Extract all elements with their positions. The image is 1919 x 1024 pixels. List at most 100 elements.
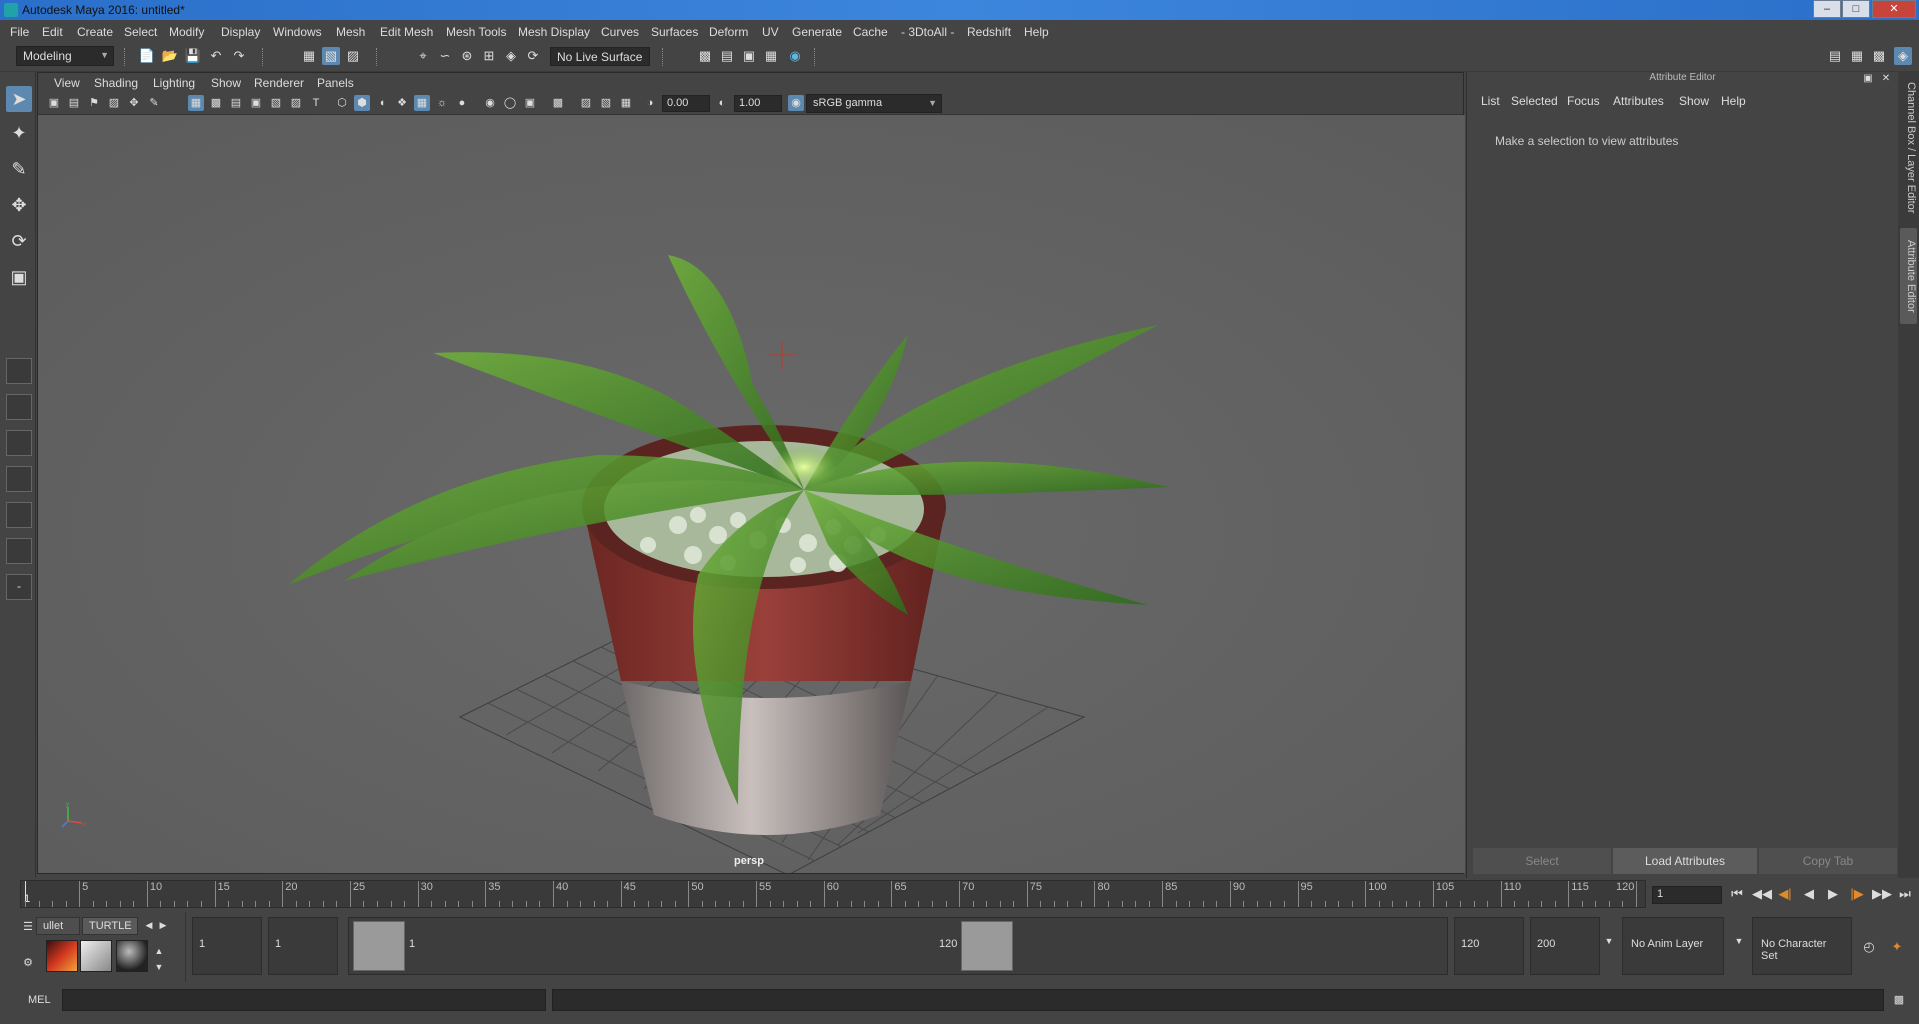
animation-prefs-icon[interactable]: ✦: [1888, 938, 1906, 956]
wireframe-icon[interactable]: ⬡: [334, 95, 350, 111]
menu-deform[interactable]: Deform: [709, 25, 748, 39]
make-live-icon[interactable]: ⟳: [524, 47, 542, 65]
menu-edit-mesh[interactable]: Edit Mesh: [380, 25, 433, 39]
tab-attribute-editor[interactable]: Attribute Editor: [1900, 228, 1917, 324]
viewport-panel[interactable]: View Shading Lighting Show Renderer Pane…: [37, 72, 1465, 874]
ae-select-button[interactable]: Select: [1473, 848, 1611, 874]
current-frame-field[interactable]: 1: [1652, 886, 1722, 904]
render-settings-icon[interactable]: ▩: [696, 47, 714, 65]
shelf-tab-bullet[interactable]: ullet: [36, 917, 80, 935]
turtle-shader-icon[interactable]: [116, 940, 148, 972]
range-end-handle[interactable]: [961, 921, 1013, 971]
menu-curves[interactable]: Curves: [601, 25, 639, 39]
ae-menu-attributes[interactable]: Attributes: [1613, 94, 1664, 108]
attribute-editor-toggle-icon[interactable]: ▦: [1848, 47, 1866, 65]
play-forwards-icon[interactable]: ▶: [1824, 884, 1842, 904]
menu-select[interactable]: Select: [124, 25, 157, 39]
menu-windows[interactable]: Windows: [273, 25, 322, 39]
go-to-start-icon[interactable]: ⏮: [1728, 884, 1746, 904]
step-back-key-icon[interactable]: ◀◀: [1752, 884, 1772, 904]
menu-generate[interactable]: Generate: [792, 25, 842, 39]
select-component-icon[interactable]: ▨: [344, 47, 362, 65]
isolate-select-icon[interactable]: ▩: [550, 95, 566, 111]
3d-scene-view[interactable]: [38, 115, 1465, 873]
hypershade-icon[interactable]: ◉: [786, 47, 804, 65]
four-pane-layout-icon[interactable]: [6, 394, 32, 420]
time-slider-track[interactable]: 1 5 10 15 20 25 30 35 40 45 50 55 60 65 70 75 80 85 90 95 1…: [20, 880, 1646, 908]
command-input[interactable]: [62, 989, 546, 1011]
playback-start-field[interactable]: 1: [268, 917, 338, 975]
new-scene-icon[interactable]: 📄: [138, 47, 156, 65]
vp-menu-panels[interactable]: Panels: [317, 76, 354, 90]
move-tool-icon[interactable]: ✥: [6, 192, 32, 218]
menu-mesh-display[interactable]: Mesh Display: [518, 25, 590, 39]
image-plane-icon[interactable]: ▨: [106, 95, 122, 111]
menu-help[interactable]: Help: [1024, 25, 1049, 39]
select-hierarchy-icon[interactable]: ▦: [300, 47, 318, 65]
playback-end-field[interactable]: 120: [1454, 917, 1524, 975]
modeling-toolkit-icon[interactable]: ▤: [1826, 47, 1844, 65]
view-transform-dropdown[interactable]: sRGB gamma ▼: [806, 94, 942, 113]
more-layouts-icon[interactable]: -: [6, 574, 32, 600]
turtle-render-icon[interactable]: [46, 940, 78, 972]
shelf-scroll-down-icon[interactable]: ▼: [150, 958, 168, 976]
float-panel-icon[interactable]: ▣: [1859, 70, 1877, 88]
two-pane-side-layout-icon[interactable]: [6, 430, 32, 456]
shelf-tab-turtle[interactable]: TURTLE: [82, 917, 138, 935]
maximize-button[interactable]: □: [1842, 0, 1870, 18]
anim-layer-dropdown[interactable]: No Anim Layer: [1622, 917, 1724, 975]
menu-uv[interactable]: UV: [762, 25, 779, 39]
tool-settings-icon[interactable]: ▩: [1870, 47, 1888, 65]
minimize-button[interactable]: –: [1813, 0, 1841, 18]
grease-pencil-icon[interactable]: ✎: [146, 95, 162, 111]
vp-menu-show[interactable]: Show: [211, 76, 241, 90]
ae-menu-show[interactable]: Show: [1679, 94, 1709, 108]
range-start-handle[interactable]: [353, 921, 405, 971]
safe-title-icon[interactable]: T: [308, 95, 324, 111]
animation-end-field[interactable]: 200: [1530, 917, 1600, 975]
ae-menu-selected[interactable]: Selected: [1511, 94, 1558, 108]
vp-menu-renderer[interactable]: Renderer: [254, 76, 304, 90]
gate-mask-icon[interactable]: ▣: [248, 95, 264, 111]
smooth-shade-icon[interactable]: ⬢: [354, 95, 370, 111]
close-panel-icon[interactable]: ✕: [1877, 70, 1895, 88]
multisample-aa-icon[interactable]: ◯: [502, 95, 518, 111]
xray-joints-icon[interactable]: ▧: [598, 95, 614, 111]
time-slider[interactable]: 1 5 10 15 20 25 30 35 40 45 50 55 60 65 70 75 80 85 90 95 1…: [0, 878, 1919, 910]
scale-tool-icon[interactable]: ▣: [6, 264, 32, 290]
ae-copy-tab-button[interactable]: Copy Tab: [1759, 848, 1897, 874]
wireframe-on-shaded-icon[interactable]: ◖: [374, 95, 390, 111]
safe-action-icon[interactable]: ▨: [288, 95, 304, 111]
live-surface-field[interactable]: No Live Surface: [550, 47, 650, 66]
snap-point-icon[interactable]: ⊛: [458, 47, 476, 65]
ae-load-attributes-button[interactable]: Load Attributes: [1613, 848, 1757, 874]
use-all-lights-icon[interactable]: ▦: [414, 95, 430, 111]
go-to-end-icon[interactable]: ⏭: [1896, 884, 1914, 904]
depth-of-field-icon[interactable]: ▣: [522, 95, 538, 111]
ipr-render-icon[interactable]: ▣: [740, 47, 758, 65]
menu-edit[interactable]: Edit: [42, 25, 63, 39]
lasso-tool-icon[interactable]: ✦: [6, 120, 32, 146]
rotate-tool-icon[interactable]: ⟳: [6, 228, 32, 254]
anim-layer-arrow-icon[interactable]: ▼: [1600, 932, 1618, 950]
bookmark-icon[interactable]: ⚑: [86, 95, 102, 111]
textured-icon[interactable]: ❖: [394, 95, 410, 111]
redo-icon[interactable]: ↷: [230, 47, 248, 65]
2d-pan-zoom-icon[interactable]: ✥: [126, 95, 142, 111]
step-forward-key-icon[interactable]: ▶▶: [1872, 884, 1892, 904]
close-button[interactable]: ✕: [1872, 0, 1916, 18]
menu-file[interactable]: File: [10, 25, 29, 39]
channel-box-toggle-icon[interactable]: ◈: [1894, 47, 1912, 65]
vp-menu-view[interactable]: View: [54, 76, 80, 90]
menu-mesh-tools[interactable]: Mesh Tools: [446, 25, 506, 39]
script-language-label[interactable]: MEL: [28, 994, 51, 1006]
render-view-icon[interactable]: ▦: [762, 47, 780, 65]
camera-icon[interactable]: ▣: [46, 95, 62, 111]
animation-start-field[interactable]: 1: [192, 917, 262, 975]
vp-menu-lighting[interactable]: Lighting: [153, 76, 195, 90]
menu-surfaces[interactable]: Surfaces: [651, 25, 698, 39]
gamma-field[interactable]: 1.00: [734, 95, 782, 112]
menu-mesh[interactable]: Mesh: [336, 25, 365, 39]
undo-icon[interactable]: ↶: [207, 47, 225, 65]
auto-key-icon[interactable]: ◴: [1860, 938, 1878, 956]
